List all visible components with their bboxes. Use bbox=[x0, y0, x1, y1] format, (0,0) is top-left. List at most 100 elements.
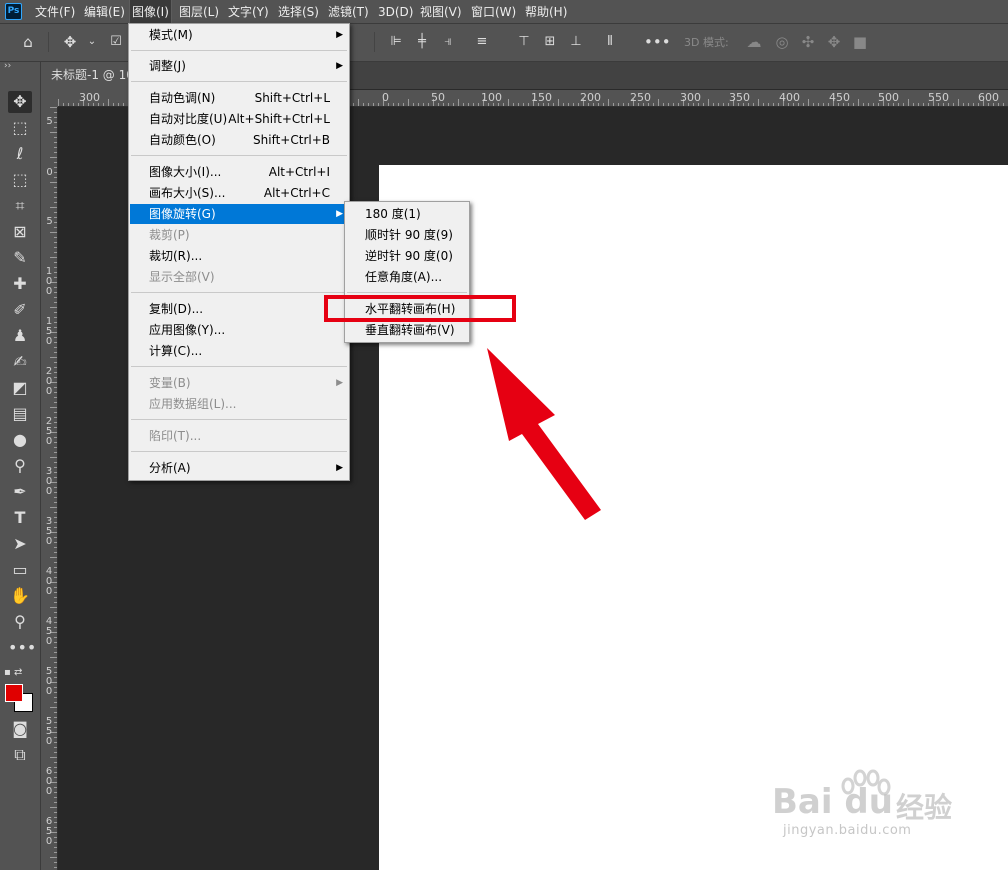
move-tool-icon[interactable]: ✥ bbox=[8, 91, 32, 113]
3d-roll-icon[interactable]: ◎ bbox=[772, 32, 792, 52]
menu-view[interactable]: 视图(V) bbox=[418, 0, 464, 24]
align-bottom-icon[interactable]: ⊥ bbox=[566, 32, 586, 52]
gradient-tool-icon[interactable]: ▤ bbox=[8, 403, 32, 425]
menu-item-arbitrary-rotation[interactable]: 任意角度(A)... bbox=[346, 267, 468, 287]
menu-edit[interactable]: 编辑(E) bbox=[82, 0, 127, 24]
menu-item-canvas-size[interactable]: 画布大小(S)... Alt+Ctrl+C bbox=[130, 183, 348, 203]
menu-image[interactable]: 图像(I) bbox=[129, 0, 172, 25]
3d-rotate-icon[interactable]: ☁ bbox=[744, 32, 764, 52]
align-middle-icon[interactable]: ⊞ bbox=[540, 32, 560, 52]
menu-item-reveal-all: 显示全部(V) bbox=[149, 270, 215, 284]
object-select-tool-icon[interactable]: ⬚ bbox=[8, 169, 32, 191]
divider bbox=[131, 419, 347, 420]
quick-mask-icon[interactable]: ◙ bbox=[8, 718, 32, 740]
history-brush-tool-icon[interactable]: ✍ bbox=[8, 351, 32, 373]
menu-type[interactable]: 文字(Y) bbox=[226, 0, 271, 24]
3d-slide-icon[interactable]: ✥ bbox=[824, 32, 844, 52]
ruler-label: 5 bbox=[46, 216, 53, 227]
lasso-tool-icon[interactable]: ℓ bbox=[8, 143, 32, 165]
hand-tool-icon[interactable]: ✋ bbox=[8, 585, 32, 607]
home-icon[interactable]: ⌂ bbox=[18, 32, 38, 52]
chevron-down-icon[interactable]: ⌄ bbox=[82, 32, 102, 52]
menu-item-flip-canvas-vertical[interactable]: 垂直翻转画布(V) bbox=[346, 320, 468, 340]
watermark-url: jingyan.baidu.com bbox=[783, 823, 912, 838]
distribute-vertical-icon[interactable]: ⦀ bbox=[600, 32, 620, 52]
align-center-icon[interactable]: ╪ bbox=[412, 32, 432, 52]
swap-colors-icon[interactable]: ▪ ⇄ bbox=[4, 662, 36, 684]
more-tools-icon[interactable]: ••• bbox=[8, 637, 36, 659]
screen-mode-icon[interactable]: ⧉ bbox=[8, 744, 32, 766]
menu-item-auto-contrast[interactable]: 自动对比度(U) Alt+Shift+Ctrl+L bbox=[130, 109, 348, 129]
ruler-label: 2 0 0 bbox=[45, 366, 53, 397]
menu-window[interactable]: 窗口(W) bbox=[469, 0, 518, 24]
distribute-icon[interactable]: ≡ bbox=[472, 32, 492, 52]
move-tool-icon[interactable]: ✥ bbox=[60, 32, 80, 52]
menu-item-auto-tone[interactable]: 自动色调(N) Shift+Ctrl+L bbox=[130, 88, 348, 108]
vertical-ruler[interactable]: 5 0 5 1 0 0 1 5 0 2 0 0 2 5 0 3 0 0 3 5 … bbox=[41, 107, 58, 870]
rectangle-tool-icon[interactable]: ▭ bbox=[8, 559, 32, 581]
eraser-tool-icon[interactable]: ◩ bbox=[8, 377, 32, 399]
document-tab[interactable]: 未标题-1 @ 10 bbox=[41, 62, 129, 90]
menu-item-duplicate[interactable]: 复制(D)... bbox=[130, 299, 348, 319]
menu-3d[interactable]: 3D(D) bbox=[376, 0, 415, 24]
ruler-label: 2 5 0 bbox=[45, 416, 53, 447]
ruler-label: 500 bbox=[878, 91, 899, 104]
ruler-label: 450 bbox=[829, 91, 850, 104]
ruler-label: 1 5 0 bbox=[45, 316, 53, 347]
pen-tool-icon[interactable]: ✒ bbox=[8, 481, 32, 503]
type-tool-icon[interactable]: T bbox=[8, 507, 32, 529]
menu-item-analysis[interactable]: 分析(A) ▶ bbox=[130, 458, 348, 478]
foreground-color-swatch[interactable] bbox=[5, 684, 23, 702]
more-options-icon[interactable]: ••• bbox=[644, 32, 671, 52]
3d-scale-icon[interactable]: ■ bbox=[850, 32, 870, 52]
menu-item-rotate-90-ccw[interactable]: 逆时针 90 度(0) bbox=[346, 246, 468, 266]
divider bbox=[131, 155, 347, 156]
ruler-origin[interactable] bbox=[41, 90, 58, 107]
menu-item-apply-image[interactable]: 应用图像(Y)... bbox=[130, 320, 348, 340]
zoom-tool-icon[interactable]: ⚲ bbox=[8, 611, 32, 633]
brush-tool-icon[interactable]: ✐ bbox=[8, 299, 32, 321]
menu-item-image-size[interactable]: 图像大小(I)... Alt+Ctrl+I bbox=[130, 162, 348, 182]
menu-item-adjustments[interactable]: 调整(J) ▶ bbox=[130, 56, 348, 76]
menu-item-rotate-180[interactable]: 180 度(1) bbox=[346, 204, 468, 224]
blur-tool-icon[interactable]: ● bbox=[8, 429, 32, 451]
photoshop-logo-icon[interactable]: Ps bbox=[5, 3, 22, 20]
ruler-label: 400 bbox=[779, 91, 800, 104]
ruler-label: 5 5 0 bbox=[45, 716, 53, 747]
menu-layer[interactable]: 图层(L) bbox=[177, 0, 221, 24]
menu-item-trim[interactable]: 裁切(R)... bbox=[130, 246, 348, 266]
ruler-label: 5 0 0 bbox=[45, 666, 53, 697]
menu-file[interactable]: 文件(F) bbox=[33, 0, 77, 24]
clone-stamp-tool-icon[interactable]: ♟ bbox=[8, 325, 32, 347]
checkbox-icon[interactable]: ☑ bbox=[106, 32, 126, 52]
frame-tool-icon[interactable]: ⊠ bbox=[8, 221, 32, 243]
dodge-tool-icon[interactable]: ⚲ bbox=[8, 455, 32, 477]
crop-tool-icon[interactable]: ⌗ bbox=[8, 195, 32, 217]
ruler-label: 550 bbox=[928, 91, 949, 104]
align-top-icon[interactable]: ⊤ bbox=[514, 32, 534, 52]
3d-drag-icon[interactable]: ✣ bbox=[798, 32, 818, 52]
path-selection-tool-icon[interactable]: ➤ bbox=[8, 533, 32, 555]
align-left-icon[interactable]: ⊫ bbox=[386, 32, 406, 52]
submenu-arrow-icon: ▶ bbox=[336, 30, 343, 40]
menu-item-auto-color[interactable]: 自动颜色(O) Shift+Ctrl+B bbox=[130, 130, 348, 150]
divider bbox=[347, 292, 467, 293]
menu-item-image-rotation[interactable]: 图像旋转(G) ▶ bbox=[130, 204, 348, 224]
submenu-arrow-icon: ▶ bbox=[336, 463, 343, 473]
menu-item-mode[interactable]: 模式(M) ▶ bbox=[130, 25, 348, 45]
menu-item-calculations[interactable]: 计算(C)... bbox=[130, 341, 348, 361]
healing-brush-tool-icon[interactable]: ✚ bbox=[8, 273, 32, 295]
align-right-icon[interactable]: ⫣ bbox=[438, 32, 458, 52]
menu-help[interactable]: 帮助(H) bbox=[523, 0, 569, 24]
menu-item-rotate-90-cw[interactable]: 顺时针 90 度(9) bbox=[346, 225, 468, 245]
ruler-label: 100 bbox=[481, 91, 502, 104]
menu-filter[interactable]: 滤镜(T) bbox=[326, 0, 371, 24]
ruler-label: 300 bbox=[680, 91, 701, 104]
divider bbox=[131, 50, 347, 51]
eyedropper-tool-icon[interactable]: ✎ bbox=[8, 247, 32, 269]
ruler-label: 300 bbox=[79, 91, 100, 104]
menu-item-crop: 裁剪(P) bbox=[149, 228, 190, 242]
menu-select[interactable]: 选择(S) bbox=[276, 0, 321, 24]
collapse-icon[interactable]: ›› bbox=[4, 61, 11, 71]
marquee-tool-icon[interactable]: ⬚ bbox=[8, 117, 32, 139]
